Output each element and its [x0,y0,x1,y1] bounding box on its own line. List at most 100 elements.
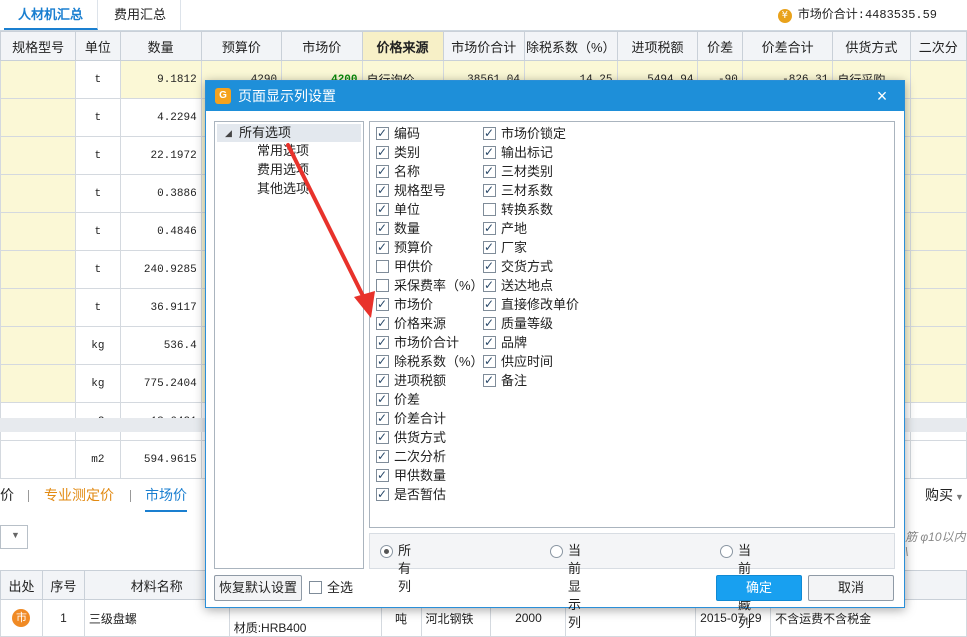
column-option[interactable]: 单位 [376,200,486,219]
checkbox[interactable] [376,466,389,485]
buy-menu[interactable]: 购买 ▼ [925,478,964,512]
col-secondary-analysis[interactable]: 二次分 [909,31,967,61]
column-option[interactable]: 价差 [376,390,486,409]
checkbox[interactable] [376,181,389,200]
tab-market-price[interactable]: 市场价 [145,478,187,512]
cell-unit[interactable]: t [75,288,121,327]
cell-qty[interactable]: 0.3886 [119,174,202,213]
column-option[interactable]: 价格来源 [376,314,486,333]
checkbox[interactable] [483,203,496,216]
checkbox[interactable] [376,333,389,352]
col-market-price[interactable]: 市场价 [281,31,363,61]
col-diff-total[interactable]: 价差合计 [741,31,834,61]
column-option[interactable]: 采保费率（%） [376,276,486,295]
checkbox[interactable] [483,143,496,162]
col-index[interactable]: 序号 [41,570,85,600]
ok-button[interactable]: 确定 [716,575,802,601]
checkbox[interactable] [376,295,389,314]
checkbox[interactable] [483,295,496,314]
restore-default-button[interactable]: 恢复默认设置 [214,575,302,601]
radio-dot[interactable] [380,545,393,558]
tree-item-all[interactable]: ◢ 所有选项 [217,124,361,142]
checkbox[interactable] [376,143,389,162]
column-option[interactable]: 数量 [376,219,486,238]
tab-fee-summary[interactable]: 费用汇总 [100,0,182,30]
cell-unit[interactable]: t [75,136,121,175]
column-option[interactable]: 价差合计 [376,409,486,428]
cell-spec[interactable] [0,98,77,137]
tab-price-partial[interactable]: 价 [0,478,14,512]
cell-spec[interactable] [0,440,77,479]
checkbox[interactable] [376,260,389,273]
cell-unit[interactable]: t [75,212,121,251]
cell-unit[interactable]: kg [75,326,121,365]
cell-spec[interactable] [0,288,77,327]
col-price-source[interactable]: 价格来源 [361,31,444,61]
cell-qty[interactable]: 0.4846 [119,212,202,251]
cell-qty[interactable]: 536.4 [119,326,202,365]
column-option[interactable]: 市场价 [376,295,486,314]
checkbox[interactable] [483,314,496,333]
column-option[interactable]: 规格型号 [376,181,486,200]
col-qty[interactable]: 数量 [119,31,202,61]
cell-unit[interactable]: kg [75,364,121,403]
col-tax-coef[interactable]: 除税系数（%） [523,31,618,61]
column-option[interactable]: 名称 [376,162,486,181]
column-option[interactable]: 三材类别 [483,162,623,181]
checkbox[interactable] [376,409,389,428]
checkbox[interactable] [376,371,389,390]
tab-material-summary[interactable]: 人材机汇总 [4,0,99,30]
cell-secondary[interactable] [909,440,967,479]
checkbox[interactable] [376,428,389,447]
column-option[interactable]: 产地 [483,219,623,238]
col-price-diff[interactable]: 价差 [697,31,743,61]
cell-qty[interactable]: 22.1972 [119,136,202,175]
column-option[interactable]: 供货方式 [376,428,486,447]
col-supply-mode[interactable]: 供货方式 [832,31,911,61]
cell-spec[interactable] [0,174,77,213]
close-icon[interactable]: × [872,81,892,111]
checkbox[interactable] [376,447,389,466]
collapse-triangle-icon[interactable]: ◢ [225,124,232,142]
checkbox[interactable] [483,181,496,200]
cell-qty[interactable]: 594.9615 [119,440,202,479]
col-input-tax[interactable]: 进项税额 [616,31,699,61]
cell-qty[interactable]: 240.9285 [119,250,202,289]
cell-secondary[interactable] [909,60,967,99]
cell-spec[interactable] [0,250,77,289]
col-origin[interactable]: 出处 [0,570,43,600]
checkbox[interactable] [483,257,496,276]
checkbox[interactable] [376,238,389,257]
column-option[interactable]: 进项税额 [376,371,486,390]
checkbox[interactable] [483,219,496,238]
column-option[interactable]: 转换系数 [483,200,623,219]
checkbox[interactable] [376,314,389,333]
column-option[interactable]: 市场价锁定 [483,124,623,143]
column-option[interactable]: 质量等级 [483,314,623,333]
tree-item-other[interactable]: 其他选项 [257,180,309,198]
cell-unit[interactable]: t [75,60,121,99]
cell-qty[interactable]: 9.1812 [119,60,202,99]
col-market-total[interactable]: 市场价合计 [442,31,525,61]
radio-dot[interactable] [720,545,733,558]
column-option[interactable]: 类别 [376,143,486,162]
checkbox[interactable] [376,485,389,504]
column-option[interactable]: 供应时间 [483,352,623,371]
checkbox[interactable] [483,162,496,181]
checkbox[interactable] [376,390,389,409]
cell-unit[interactable]: t [75,98,121,137]
cell-spec[interactable] [0,212,77,251]
column-option[interactable]: 交货方式 [483,257,623,276]
column-option[interactable]: 备注 [483,371,623,390]
cell-secondary[interactable] [909,288,967,327]
cancel-button[interactable]: 取消 [808,575,894,601]
column-option[interactable]: 除税系数（%） [376,352,486,371]
cell-secondary[interactable] [909,174,967,213]
cell-qty[interactable]: 4.2294 [119,98,202,137]
cell-unit[interactable]: m2 [75,440,121,479]
cell-qty[interactable]: 36.9117 [119,288,202,327]
checkbox[interactable] [483,352,496,371]
cell-secondary[interactable] [909,326,967,365]
column-option[interactable]: 是否暂估 [376,485,486,504]
checkbox[interactable] [376,279,389,292]
